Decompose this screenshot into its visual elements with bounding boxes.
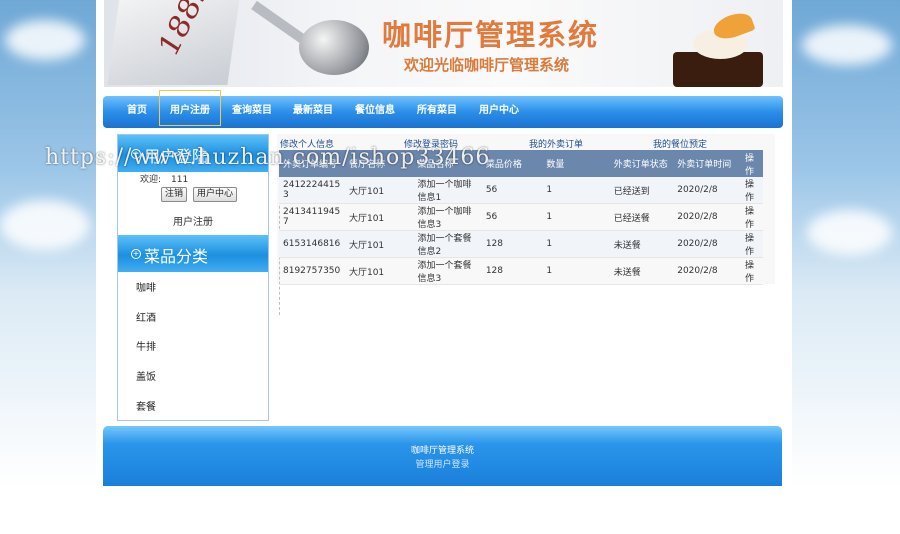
nav-home[interactable]: 首页: [127, 101, 147, 121]
category-steak[interactable]: 牛排: [136, 338, 156, 353]
my-takeout-link[interactable]: 我的外卖订单: [529, 137, 583, 150]
my-reservation-link[interactable]: 我的餐位预定: [653, 137, 707, 150]
category-panel-header: + 菜品分类: [118, 235, 268, 272]
order-id: 8192757350: [279, 257, 345, 285]
quantity: 1: [542, 230, 610, 258]
site-subtitle: 欢迎光临咖啡厅管理系统: [404, 56, 570, 74]
row-action-link[interactable]: 操作: [741, 177, 763, 204]
user-center-button[interactable]: 用户中心: [193, 187, 238, 202]
column-header: 菜品名称: [413, 150, 482, 177]
column-header: 数量: [542, 150, 610, 177]
packaging-image: 1889: [107, 0, 241, 85]
nav-user-center[interactable]: 用户中心: [479, 101, 519, 121]
dish-price: 128: [481, 230, 543, 258]
dish-name: 添加一个套餐信息2: [413, 230, 482, 258]
username-value: 111: [171, 175, 189, 185]
column-header: 外卖订单编号: [279, 150, 345, 177]
footer: 咖啡厅管理系统 管理用户登录: [103, 426, 782, 486]
login-panel-header: + 用户登陆: [118, 135, 268, 172]
quantity: 1: [542, 203, 610, 231]
plus-circle-icon: +: [131, 149, 141, 159]
order-time: 2020/2/8: [673, 203, 741, 231]
dish-name: 添加一个咖啡信息3: [413, 203, 482, 231]
spoon-image: [299, 20, 369, 75]
admin-login-link[interactable]: 管理用户登录: [103, 457, 782, 470]
column-header: 菜品价格: [481, 150, 543, 177]
register-link[interactable]: 用户注册: [118, 213, 268, 228]
category-panel-title: 菜品分类: [144, 247, 209, 266]
restaurant-name: 大厅101: [344, 203, 414, 231]
logout-button[interactable]: 注销: [161, 187, 188, 202]
nav-table-info[interactable]: 餐位信息: [355, 101, 395, 121]
nav-all-menu[interactable]: 所有菜目: [417, 101, 457, 121]
change-password-link[interactable]: 修改登录密码: [404, 137, 458, 150]
dish-name: 添加一个套餐信息3: [413, 257, 482, 285]
sidebar: + 用户登陆 欢迎: 111 注销 用户中心 用户注册 + 菜品分类 咖啡 红酒 …: [117, 134, 269, 421]
restaurant-name: 大厅101: [344, 177, 414, 204]
quantity: 1: [542, 257, 610, 285]
order-time: 2020/2/8: [673, 257, 741, 285]
nav-search-menu[interactable]: 查询菜目: [232, 101, 272, 121]
nav-latest-menu[interactable]: 最新菜目: [293, 101, 333, 121]
quantity: 1: [542, 177, 610, 204]
dish-price: 56: [481, 177, 543, 204]
table-row: 6153146816 大厅101 添加一个套餐信息2 128 1 未送餐 202…: [279, 230, 763, 258]
table-row: 8192757350 大厅101 添加一个套餐信息3 128 1 未送餐 202…: [279, 257, 763, 285]
dish-price: 128: [481, 257, 543, 285]
dessert-image: [663, 8, 773, 87]
column-header: 外卖订单时间: [673, 150, 741, 177]
dish-name: 添加一个咖啡信息1: [413, 177, 482, 204]
row-action-link[interactable]: 操作: [741, 257, 763, 285]
welcome-label: 欢迎:: [140, 175, 162, 185]
column-header: 餐厅名称: [344, 150, 414, 177]
row-action-link[interactable]: 操作: [741, 230, 763, 258]
login-info: 欢迎: 111: [140, 172, 188, 185]
site-title: 咖啡厅管理系统: [382, 18, 600, 52]
dish-price: 56: [481, 203, 543, 231]
orders-table: 外卖订单编号 餐厅名称 菜品名称 菜品价格 数量 外卖订单状态 外卖订单时间 操…: [279, 150, 763, 285]
order-id: 6153146816: [279, 230, 345, 258]
edit-profile-link[interactable]: 修改个人信息: [280, 137, 334, 150]
table-row: 2413411945 7 大厅101 添加一个咖啡信息3 56 1 已经送餐 2…: [279, 203, 763, 231]
order-time: 2020/2/8: [673, 177, 741, 204]
column-header: 操作: [741, 150, 763, 177]
category-rice-bowl[interactable]: 盖饭: [136, 368, 156, 383]
restaurant-name: 大厅101: [344, 230, 414, 258]
category-wine[interactable]: 红酒: [136, 309, 156, 324]
restaurant-name: 大厅101: [344, 257, 414, 285]
order-id: 2412224415 3: [279, 177, 345, 204]
table-header-row: 外卖订单编号 餐厅名称 菜品名称 菜品价格 数量 外卖订单状态 外卖订单时间 操…: [279, 150, 763, 177]
order-status: 已经送餐: [609, 203, 674, 231]
spoon-handle-image: [251, 0, 307, 44]
main-nav: 首页 用户注册 查询菜目 最新菜目 餐位信息 所有菜目 用户中心: [103, 90, 783, 128]
plus-circle-icon: +: [131, 249, 141, 259]
order-status: 未送餐: [609, 257, 674, 285]
background-left: [0, 0, 96, 487]
order-id: 2413411945 7: [279, 203, 345, 231]
category-coffee[interactable]: 咖啡: [136, 279, 156, 294]
login-panel-title: 用户登陆: [144, 147, 209, 166]
column-header: 外卖订单状态: [609, 150, 674, 177]
order-time: 2020/2/8: [673, 230, 741, 258]
order-status: 已经送到: [609, 177, 674, 204]
nav-register[interactable]: 用户注册: [170, 101, 210, 121]
header-banner: 1889 咖啡厅管理系统 欢迎光临咖啡厅管理系统: [104, 0, 783, 87]
table-row: 2412224415 3 大厅101 添加一个咖啡信息1 56 1 已经送到 2…: [279, 177, 763, 204]
row-action-link[interactable]: 操作: [741, 203, 763, 231]
background-right: [792, 0, 900, 487]
category-set-meal[interactable]: 套餐: [136, 398, 156, 413]
logo-text: 1889: [151, 0, 219, 60]
order-status: 未送餐: [609, 230, 674, 258]
footer-title: 咖啡厅管理系统: [410, 446, 474, 456]
